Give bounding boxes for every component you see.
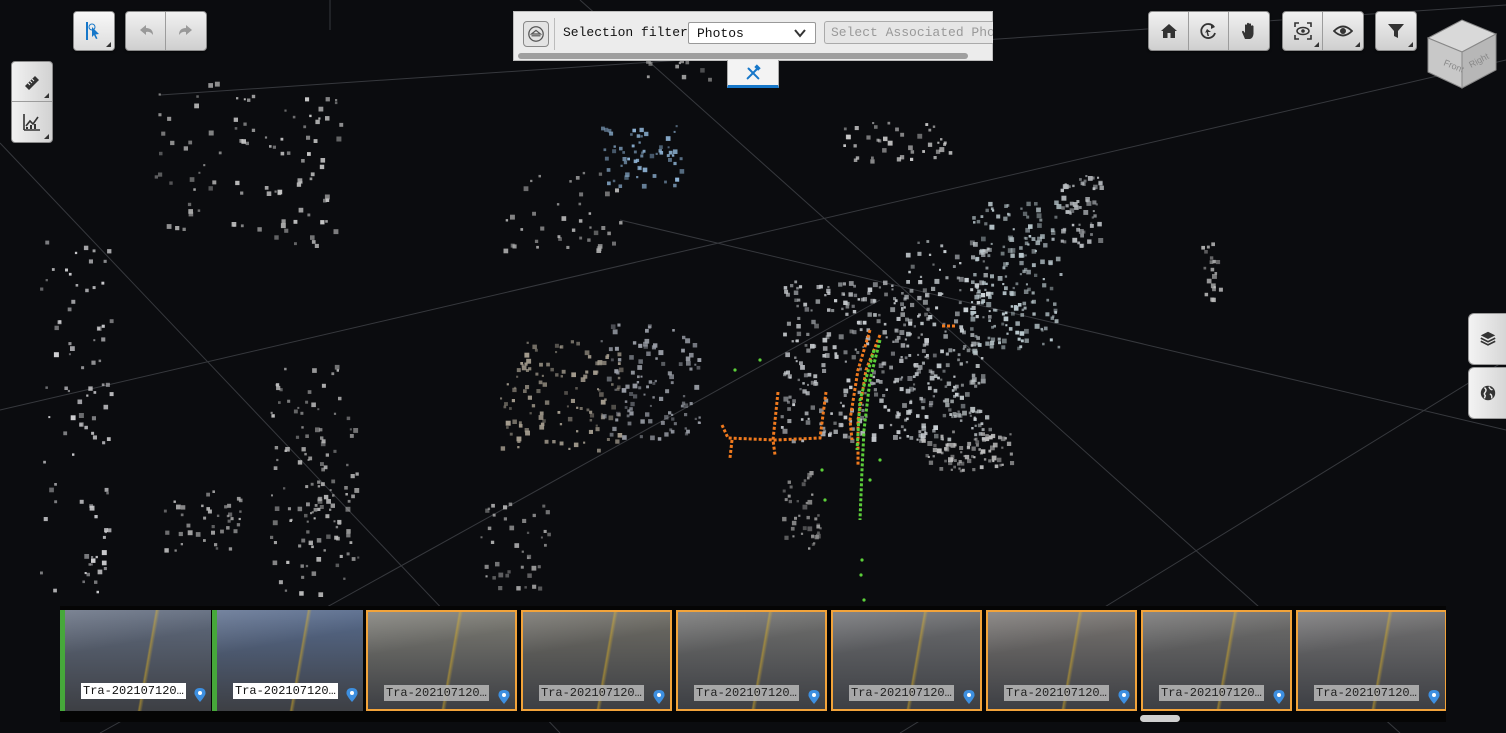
filter-button[interactable] — [1376, 12, 1416, 50]
location-pin-icon[interactable] — [346, 688, 358, 702]
funnel-icon — [1388, 24, 1404, 38]
select-toolgroup — [73, 11, 115, 51]
view-toolgroup — [1282, 11, 1364, 51]
select-tool-button[interactable] — [74, 12, 114, 50]
globe-icon — [1480, 385, 1495, 401]
ruler-icon — [25, 75, 39, 90]
analysis-toolgroup — [11, 61, 53, 143]
focus-eye-icon — [1293, 22, 1312, 40]
profile-chart-icon — [23, 114, 40, 131]
redo-button[interactable] — [166, 12, 206, 50]
tools-icon — [746, 63, 761, 79]
photo-thumbnail[interactable]: Tra-202107120… — [1296, 610, 1446, 711]
photo-strip: Tra-202107120… Tra-202107120… Tra-20210712… — [60, 606, 1446, 722]
photo-caption: Tra-202107120… — [1314, 685, 1419, 701]
orbit-icon — [1199, 23, 1216, 39]
location-pin-icon[interactable] — [1118, 690, 1130, 704]
layers-icon — [1479, 331, 1496, 346]
focus-button[interactable] — [1283, 12, 1323, 50]
photo-thumbnail[interactable]: Tra-202107120… — [676, 610, 827, 711]
location-pin-icon[interactable] — [498, 690, 510, 704]
visibility-button[interactable] — [1323, 12, 1363, 50]
undo-button[interactable] — [126, 12, 166, 50]
photo-thumbnail[interactable]: Tra-202107120… — [831, 610, 982, 711]
photo-thumbnail[interactable]: Tra-202107120… — [986, 610, 1137, 711]
photo-caption: Tra-202107120… — [1159, 685, 1264, 701]
eye-icon — [1333, 25, 1353, 37]
photo-caption: Tra-202107120… — [849, 685, 954, 701]
view-cube[interactable]: Front Right — [1424, 12, 1498, 92]
selection-filter-dropdown[interactable]: Photos — [688, 22, 816, 44]
undo-icon — [139, 25, 153, 35]
redo-icon — [179, 25, 192, 35]
location-pin-icon[interactable] — [1428, 690, 1440, 704]
chevron-down-icon — [794, 29, 806, 38]
divider — [554, 18, 555, 50]
home-icon — [1160, 24, 1177, 38]
photo-caption: Tra-202107120… — [539, 685, 644, 701]
collapse-filter-button[interactable] — [523, 21, 549, 47]
globe-button[interactable] — [1468, 367, 1506, 419]
photo-caption: Tra-202107120… — [694, 685, 799, 701]
selection-filter-panel: Selection filter: Photos Select Associat… — [513, 11, 993, 61]
layers-button[interactable] — [1468, 313, 1506, 365]
selection-filter-label: Selection filter: — [563, 25, 696, 40]
point-cloud — [40, 40, 1223, 597]
photo-caption: Tra-202107120… — [384, 685, 489, 701]
photo-thumbnail[interactable]: Tra-202107120… — [366, 610, 517, 711]
location-pin-icon[interactable] — [653, 690, 665, 704]
location-pin-icon[interactable] — [808, 690, 820, 704]
tools-tab[interactable] — [727, 60, 779, 88]
location-pin-icon[interactable] — [194, 688, 206, 702]
photo-caption: Tra-202107120… — [233, 683, 338, 699]
home-button[interactable] — [1149, 12, 1189, 50]
orbit-button[interactable] — [1189, 12, 1229, 50]
collapse-icon — [528, 26, 544, 42]
measure-button[interactable] — [12, 62, 52, 102]
photo-caption: Tra-202107120… — [81, 683, 186, 699]
photo-thumbnail[interactable]: Tra-202107120… — [1141, 610, 1292, 711]
photo-thumbnail[interactable]: Tra-202107120… — [60, 610, 211, 711]
photo-caption: Tra-202107120… — [1004, 685, 1109, 701]
photo-thumbnail[interactable]: Tra-202107120… — [521, 610, 672, 711]
cursor-icon — [86, 22, 99, 40]
panel-scrollbar[interactable] — [518, 53, 968, 59]
photo-strip-scrollbar[interactable] — [1140, 715, 1180, 722]
filter-toolgroup — [1375, 11, 1417, 51]
hand-icon — [1242, 22, 1254, 39]
history-toolgroup — [125, 11, 207, 51]
photo-thumbnail[interactable]: Tra-202107120… — [212, 610, 363, 711]
selection-filter-value: Photos — [697, 26, 744, 41]
navigation-toolgroup — [1148, 11, 1270, 51]
location-pin-icon[interactable] — [963, 690, 975, 704]
select-associated-photos-button[interactable]: Select Associated Photos — [824, 21, 993, 44]
pan-button[interactable] — [1229, 12, 1269, 50]
profile-chart-button[interactable] — [12, 102, 52, 142]
location-pin-icon[interactable] — [1273, 690, 1285, 704]
